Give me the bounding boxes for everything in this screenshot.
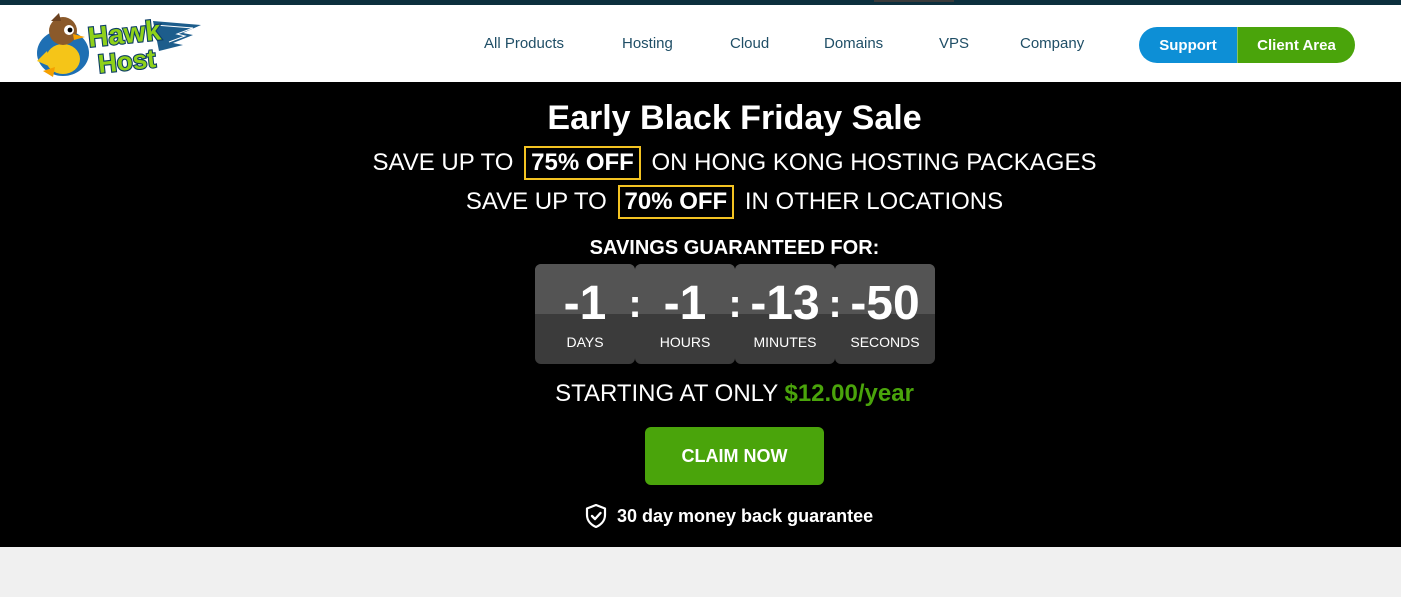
countdown-separator: : bbox=[828, 282, 842, 326]
countdown-hours-value: -1 bbox=[663, 277, 707, 330]
countdown-days-value: -1 bbox=[563, 277, 607, 330]
nav-domains[interactable]: Domains bbox=[824, 35, 883, 52]
save-line2-prefix: SAVE UP TO bbox=[465, 188, 607, 215]
nav-hosting[interactable]: Hosting bbox=[622, 35, 673, 52]
support-button[interactable]: Support bbox=[1139, 27, 1237, 63]
savings-guaranteed-label: SAVINGS GUARANTEED FOR: bbox=[589, 237, 880, 259]
save-line-hong-kong: SAVE UP TO 75% OFF ON HONG KONG HOSTING … bbox=[0, 146, 1401, 180]
countdown-seconds-label: SECONDS bbox=[850, 334, 920, 350]
shield-check-icon bbox=[585, 504, 607, 528]
nav-vps[interactable]: VPS bbox=[939, 35, 969, 52]
countdown-minutes-value: -13 bbox=[750, 277, 820, 330]
starting-price-value: $12.00/year bbox=[784, 380, 914, 407]
starting-price-prefix: STARTING AT ONLY bbox=[555, 380, 778, 407]
money-back-text: 30 day money back guarantee bbox=[617, 505, 874, 526]
countdown-timer: -1 DAYS -1 HOURS -13 MINUTES -50 SECONDS… bbox=[535, 264, 935, 364]
save-line1-suffix: ON HONG KONG HOSTING PACKAGES bbox=[651, 149, 1097, 176]
save-line-other-locations: SAVE UP TO 70% OFF IN OTHER LOCATIONS bbox=[0, 185, 1401, 219]
nav-cloud[interactable]: Cloud bbox=[730, 35, 769, 52]
save-line1-prefix: SAVE UP TO bbox=[372, 149, 514, 176]
countdown-separator: : bbox=[728, 282, 742, 326]
countdown-separator: : bbox=[628, 282, 642, 326]
countdown-minutes-label: MINUTES bbox=[753, 334, 817, 350]
save-line2-suffix: IN OTHER LOCATIONS bbox=[744, 188, 1004, 215]
site-header: Hawk Host All Products Hosting Cloud Dom… bbox=[0, 5, 1401, 82]
client-area-button[interactable]: Client Area bbox=[1237, 27, 1355, 63]
countdown-seconds-value: -50 bbox=[850, 277, 920, 330]
header-button-group: Support Client Area bbox=[1139, 27, 1355, 63]
nav-company[interactable]: Company bbox=[1020, 35, 1084, 52]
sale-hero: Early Black Friday Sale SAVE UP TO 75% O… bbox=[0, 82, 1401, 547]
countdown-minutes: -13 MINUTES bbox=[735, 264, 835, 364]
top-strip-mark bbox=[874, 0, 954, 2]
money-back-guarantee: 30 day money back guarantee bbox=[585, 503, 873, 529]
countdown-hours: -1 HOURS bbox=[635, 264, 735, 364]
countdown-hours-label: HOURS bbox=[659, 334, 711, 350]
page-below-hero bbox=[0, 547, 1401, 597]
main-nav: All Products Hosting Cloud Domains VPS C… bbox=[0, 5, 1401, 82]
discount-badge-75: 75% OFF bbox=[524, 146, 641, 180]
hero-title: Early Black Friday Sale bbox=[547, 99, 922, 137]
claim-now-button[interactable]: CLAIM NOW bbox=[645, 427, 824, 485]
countdown-days-label: DAYS bbox=[566, 334, 604, 350]
nav-all-products[interactable]: All Products bbox=[484, 35, 564, 52]
starting-price-line: STARTING AT ONLY $12.00/year bbox=[0, 380, 1401, 408]
countdown-seconds: -50 SECONDS bbox=[835, 264, 935, 364]
countdown-days: -1 DAYS bbox=[535, 264, 635, 364]
discount-badge-70: 70% OFF bbox=[617, 185, 735, 219]
